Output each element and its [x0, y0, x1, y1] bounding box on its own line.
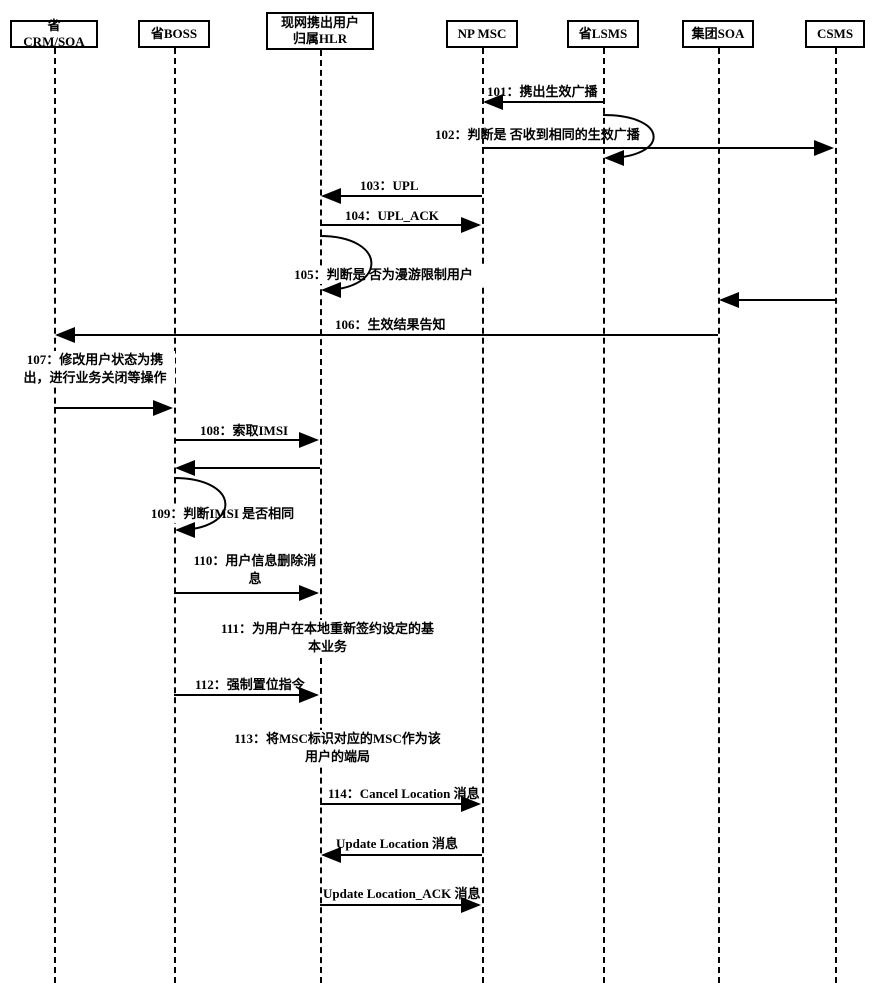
lifeline-npmsc — [482, 48, 484, 983]
participant-hlr: 现网携出用户 归属HLR — [266, 12, 374, 50]
lifeline-crm-soa — [54, 48, 56, 983]
lifeline-csms — [835, 48, 837, 983]
msg-107: 107：修改用户状态为携出，进行业务关闭等操作 — [15, 351, 175, 387]
msg-108: 108：索取IMSI — [200, 423, 288, 440]
participant-npmsc: NP MSC — [446, 20, 518, 48]
msg-102: 102：判断是 否收到相同的生效广播 — [435, 127, 640, 144]
msg-104: 104：UPL_ACK — [345, 208, 439, 225]
msg-109: 109：判断IMSI 是否相同 — [135, 505, 310, 523]
msg-110: 110：用户信息删除消息 — [190, 552, 320, 588]
msg-103: 103：UPL — [360, 178, 419, 195]
lifeline-hlr — [320, 50, 322, 983]
msg-106: 106：生效结果告知 — [335, 317, 446, 334]
msg-update-location-ack: Update Location_ACK 消息 — [323, 886, 480, 903]
sequence-diagram: 省CRM/SOA 省BOSS 现网携出用户 归属HLR NP MSC 省LSMS… — [10, 10, 873, 990]
msg-update-location: Update Location 消息 — [336, 836, 458, 853]
msg-105: 105：判断是 否为漫游限制用户 — [276, 266, 491, 284]
lifeline-lsms — [603, 48, 605, 983]
participant-crm-soa: 省CRM/SOA — [10, 20, 98, 48]
participant-lsms: 省LSMS — [567, 20, 639, 48]
msg-101: 101：携出生效广播 — [487, 84, 598, 101]
participant-csms: CSMS — [805, 20, 865, 48]
participant-group-soa: 集团SOA — [682, 20, 754, 48]
msg-113: 113：将MSC标识对应的MSC作为该 用户的端局 — [230, 730, 445, 766]
msg-114: 114：Cancel Location 消息 — [328, 786, 480, 803]
msg-111: 111：为用户在本地重新签约设定的基本业务 — [215, 620, 440, 656]
lifeline-group-soa — [718, 48, 720, 983]
msg-112: 112：强制置位指令 — [195, 677, 305, 694]
participant-boss: 省BOSS — [138, 20, 210, 48]
